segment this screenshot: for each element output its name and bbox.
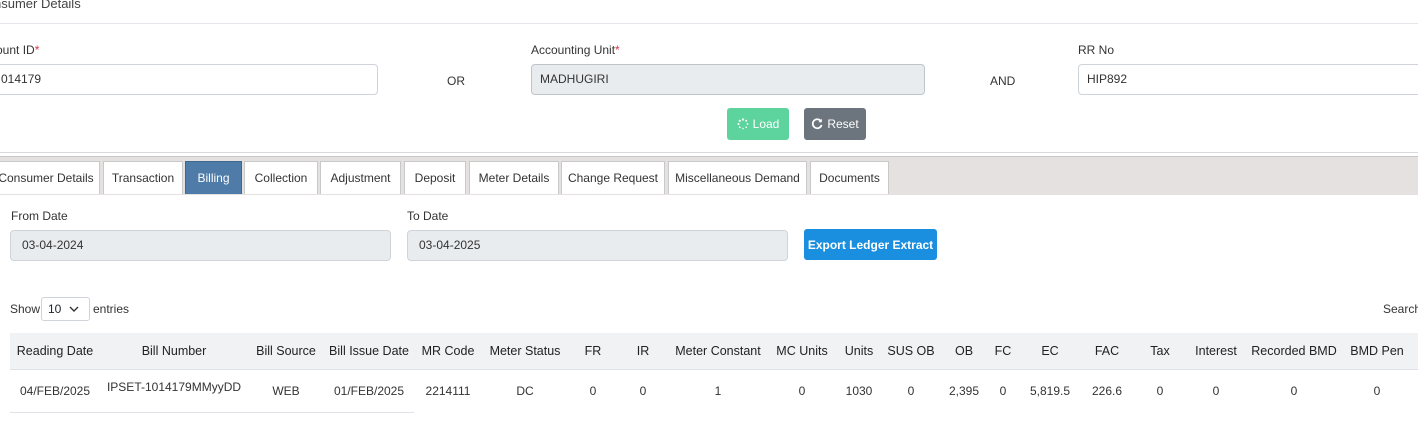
reset-button[interactable]: Reset: [804, 108, 866, 140]
cell-fac: 226.6: [1091, 384, 1123, 398]
col-ec[interactable]: EC: [1041, 344, 1058, 358]
chevron-down-icon: [69, 306, 79, 312]
search-label: Search:: [1383, 302, 1418, 316]
divider: [0, 23, 1418, 24]
cell-meter-status: DC: [516, 384, 534, 398]
cell-bill-number: IPSET-1014179MMyyDD: [106, 380, 242, 394]
export-ledger-label: Export Ledger Extract: [807, 237, 934, 252]
tab-meter-details[interactable]: Meter Details: [469, 161, 559, 194]
cell-ir: 0: [639, 384, 647, 398]
account-id-input[interactable]: 014179: [0, 64, 378, 95]
cell-bill-issue-date: 01/FEB/2025: [333, 384, 405, 398]
cell-meter-constant: 1: [714, 384, 722, 398]
cell-bill-source: WEB: [272, 384, 300, 398]
cell-tax: 0: [1156, 384, 1164, 398]
cell-fr: 0: [589, 384, 597, 398]
entries-label: entries: [93, 302, 130, 316]
accounting-unit-select[interactable]: MADHUGIRI: [531, 64, 925, 95]
section-title: nsumer Details: [0, 0, 81, 11]
from-date-input[interactable]: 03-04-2024: [10, 230, 391, 261]
col-mr-code[interactable]: MR Code: [422, 344, 475, 358]
col-bmd-pen[interactable]: BMD Pen: [1350, 344, 1404, 358]
col-ob[interactable]: OB: [955, 344, 973, 358]
refresh-icon: [812, 118, 823, 130]
cell-sus-ob: 0: [907, 384, 915, 398]
account-id-label: ount ID*: [0, 43, 40, 57]
col-meter-status[interactable]: Meter Status: [490, 344, 561, 358]
cell-interest: 0: [1212, 384, 1220, 398]
cell-units: 1030: [845, 384, 873, 398]
rr-no-label: RR No: [1078, 43, 1115, 57]
cell-ec: 5,819.5: [1029, 384, 1071, 398]
col-bill-issue-date[interactable]: Bill Issue Date: [329, 344, 409, 358]
col-sus-ob[interactable]: SUS OB: [887, 344, 934, 358]
col-bill-source[interactable]: Bill Source: [256, 344, 316, 358]
or-text: OR: [447, 74, 465, 88]
tab-deposit[interactable]: Deposit: [404, 161, 466, 194]
tab-adjustment[interactable]: Adjustment: [320, 161, 401, 194]
col-reading-date[interactable]: Reading Date: [17, 344, 93, 358]
cell-bmd-pen: 0: [1373, 384, 1381, 398]
col-fac[interactable]: FAC: [1095, 344, 1119, 358]
header-divider: [10, 369, 1418, 370]
col-interest[interactable]: Interest: [1195, 344, 1237, 358]
cell-recorded-bmd: 0: [1290, 384, 1298, 398]
entries-select[interactable]: 10: [41, 297, 90, 321]
tab-change-request[interactable]: Change Request: [561, 161, 665, 194]
to-date-label: To Date: [407, 209, 449, 223]
col-bill-number[interactable]: Bill Number: [142, 344, 207, 358]
cell-mc-units: 0: [798, 384, 806, 398]
row-divider: [10, 412, 414, 413]
col-ir[interactable]: IR: [637, 344, 650, 358]
load-button[interactable]: Load: [727, 108, 789, 140]
and-text: AND: [990, 74, 1016, 88]
col-fc[interactable]: FC: [995, 344, 1012, 358]
tab-transaction[interactable]: Transaction: [103, 161, 183, 194]
col-recorded-bmd[interactable]: Recorded BMD: [1251, 344, 1336, 358]
tab-consumer-details[interactable]: Consumer Details: [0, 161, 100, 194]
spinner-icon: [737, 118, 749, 130]
tab-collection[interactable]: Collection: [244, 161, 318, 194]
col-fr[interactable]: FR: [585, 344, 602, 358]
col-tax[interactable]: Tax: [1150, 344, 1169, 358]
cell-ob: 2,395: [948, 384, 980, 398]
tab-documents[interactable]: Documents: [810, 161, 889, 194]
cell-reading-date: 04/FEB/2025: [19, 384, 91, 398]
rr-no-input[interactable]: HIP892: [1078, 64, 1418, 95]
col-mc-units[interactable]: MC Units: [776, 344, 827, 358]
col-units[interactable]: Units: [845, 344, 873, 358]
cell-fc: 0: [999, 384, 1007, 398]
to-date-input[interactable]: 03-04-2025: [407, 230, 788, 261]
load-button-label: Load: [752, 117, 780, 131]
cell-mr-code: 2214111: [425, 384, 471, 398]
accounting-unit-label: Accounting Unit*: [531, 43, 620, 57]
col-meter-constant[interactable]: Meter Constant: [675, 344, 760, 358]
tab-billing[interactable]: Billing: [185, 161, 242, 194]
reset-button-label: Reset: [827, 117, 859, 131]
export-ledger-button[interactable]: Export Ledger Extract: [804, 229, 937, 260]
show-label: Show: [10, 302, 41, 316]
from-date-label: From Date: [11, 209, 68, 223]
divider: [0, 152, 1418, 153]
tab-miscellaneous-demand[interactable]: Miscellaneous Demand: [668, 161, 807, 194]
tab-bar: Consumer Details Transaction Billing Col…: [0, 156, 1418, 195]
